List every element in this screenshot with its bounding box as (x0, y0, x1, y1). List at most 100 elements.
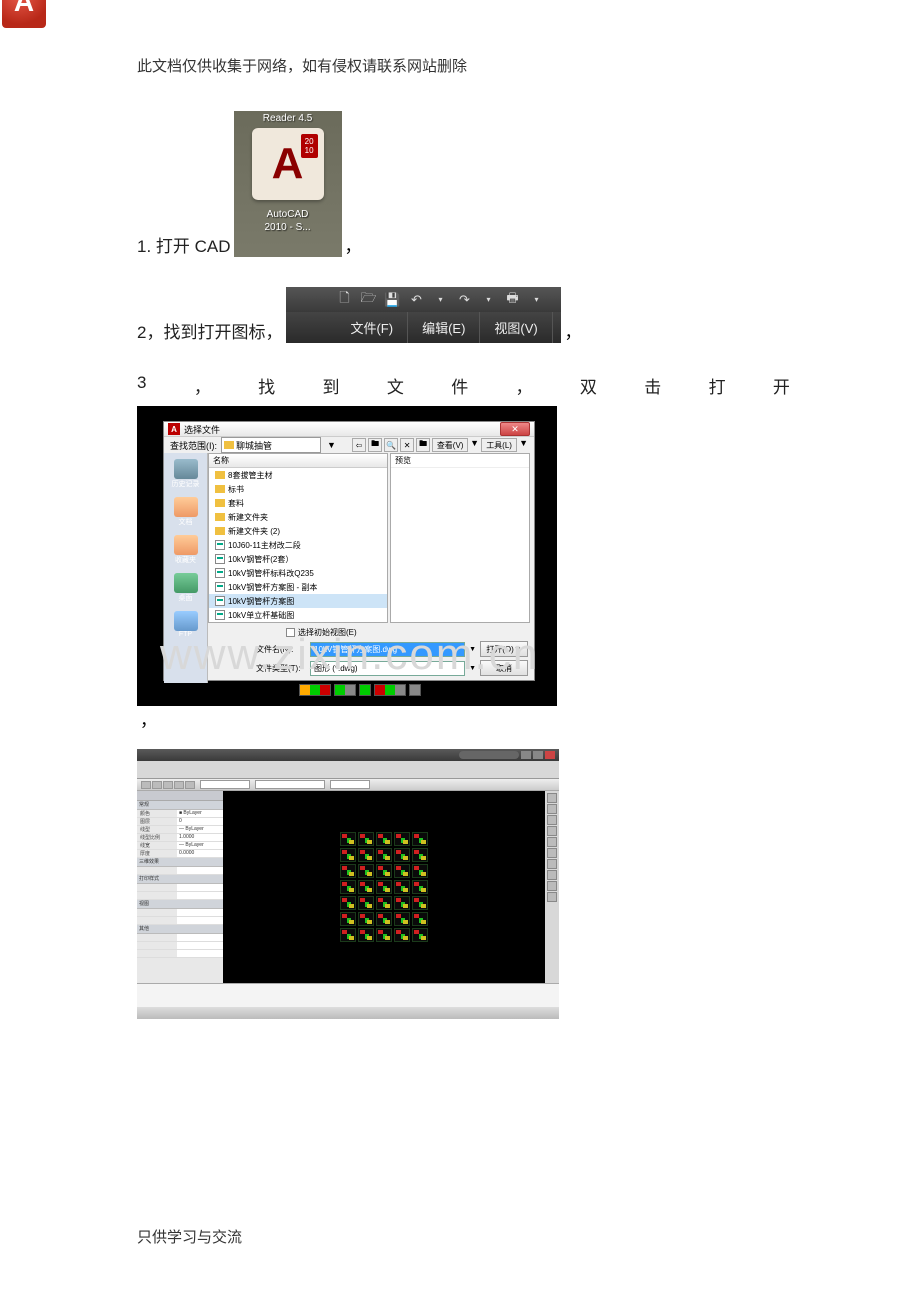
palette-button[interactable] (547, 804, 557, 814)
list-item[interactable]: 标书 (209, 482, 387, 496)
command-line[interactable] (137, 983, 559, 1007)
a-letter-icon: A (272, 139, 304, 189)
close-button[interactable]: ✕ (500, 422, 530, 436)
palette-button[interactable] (547, 826, 557, 836)
look-in-label: 查找范围(I): (170, 439, 217, 452)
close-icon[interactable] (545, 751, 555, 759)
prop-row[interactable] (137, 892, 223, 900)
prop-row[interactable] (137, 884, 223, 892)
prop-row[interactable] (137, 934, 223, 942)
newfolder-icon[interactable]: 🖿 (416, 438, 430, 452)
prop-row[interactable] (137, 867, 223, 875)
dropdown-icon[interactable]: ▾ (430, 291, 450, 309)
undo-icon[interactable]: ↶ (406, 291, 426, 309)
drawing-canvas[interactable] (223, 791, 545, 983)
toolbar-button[interactable] (152, 781, 162, 789)
look-in-combo[interactable]: 聊城抽管 (221, 437, 321, 453)
prop-row[interactable]: 线型— ByLayer (137, 826, 223, 834)
open-file-icon[interactable]: 🗁 (358, 291, 378, 309)
edit-menu[interactable]: 编辑(E) (408, 312, 480, 343)
list-item[interactable]: 新建文件夹 (2) (209, 524, 387, 538)
delete-icon[interactable]: ✕ (400, 438, 414, 452)
prop-row[interactable] (137, 917, 223, 925)
prop-group[interactable]: 三维效果 (137, 858, 223, 867)
prop-row[interactable]: 线宽— ByLayer (137, 842, 223, 850)
prop-row[interactable]: 图层0 (137, 818, 223, 826)
toolbar-button[interactable] (163, 781, 173, 789)
prop-row[interactable] (137, 942, 223, 950)
dropdown-icon[interactable]: ▾ (478, 291, 498, 309)
app-menu-icon[interactable]: A (2, 0, 46, 28)
list-item[interactable]: 10kV单立杆基础图 (209, 608, 387, 622)
palette-button[interactable] (547, 892, 557, 902)
prop-row[interactable]: 厚度0.0000 (137, 850, 223, 858)
palette-button[interactable] (547, 793, 557, 803)
sidebar-desktop[interactable]: 桌面 (168, 573, 204, 603)
initial-view-checkbox[interactable]: 选择初始视图(E) (286, 627, 528, 638)
view-dropdown[interactable]: 查看(V) (432, 438, 468, 452)
list-item[interactable]: 10kV钢管杆方案图 - 副本 (209, 580, 387, 594)
autocad-main-window: 常规 颜色■ ByLayer 图层0 线型— ByLayer 线型比例1.000… (137, 749, 559, 1019)
cad-ribbon[interactable] (137, 761, 559, 779)
back-icon[interactable]: ⇦ (352, 438, 366, 452)
prop-group[interactable]: 视图 (137, 900, 223, 909)
sidebar-documents[interactable]: 文档 (168, 497, 204, 527)
palette-button[interactable] (547, 848, 557, 858)
prop-group[interactable]: 其他 (137, 925, 223, 934)
list-item[interactable]: 10J60-11主材改二段 (209, 538, 387, 552)
up-icon[interactable]: 🖿 (368, 438, 382, 452)
open-button[interactable]: 打开(O) ▼ (480, 641, 528, 657)
new-file-icon[interactable]: 🗋 (334, 291, 354, 309)
list-item[interactable]: 10kV钢管杆(2套） (209, 552, 387, 566)
toolbar-button[interactable] (141, 781, 151, 789)
file-list[interactable]: 名称 8套拔管主材 标书 套料 新建文件夹 新建文件夹 (2) 10J60-11… (208, 453, 388, 623)
toolbar-screenshot: A 🗋 🗁 💾 ↶ ▾ ↷ ▾ 🖶 ▾ 文件(F) 编辑(E) 视图(V) (286, 287, 561, 343)
search-icon[interactable]: 🔍 (384, 438, 398, 452)
search-box[interactable] (459, 751, 519, 759)
prop-group[interactable]: 常规 (137, 801, 223, 810)
dropdown-icon[interactable]: ▾ (526, 291, 546, 309)
palette-button[interactable] (547, 837, 557, 847)
quick-access-toolbar: A 🗋 🗁 💾 ↶ ▾ ↷ ▾ 🖶 ▾ (286, 287, 561, 312)
filename-input[interactable]: 10kV钢管杆方案图.dwg (310, 642, 465, 657)
prop-row[interactable]: 线型比例1.0000 (137, 834, 223, 842)
cancel-button[interactable]: 取消 (480, 660, 528, 676)
redo-icon[interactable]: ↷ (454, 291, 474, 309)
layer-dropdown[interactable] (200, 780, 250, 789)
folder-icon (215, 499, 225, 507)
list-item[interactable]: 套料 (209, 496, 387, 510)
step2-row: 2，找到打开图标， A 🗋 🗁 💾 ↶ ▾ ↷ ▾ 🖶 ▾ 文件(F) 编辑(E… (137, 287, 790, 343)
palette-button[interactable] (547, 815, 557, 825)
palette-button[interactable] (547, 881, 557, 891)
filetype-label: 文件类型(T): (256, 663, 306, 674)
file-menu[interactable]: 文件(F) (336, 312, 408, 343)
sidebar-favorites[interactable]: 收藏夹 (168, 535, 204, 565)
style-dropdown[interactable] (255, 780, 325, 789)
sidebar-ftp[interactable]: FTP (168, 611, 204, 638)
toolbar-button[interactable] (174, 781, 184, 789)
prop-row[interactable]: 颜色■ ByLayer (137, 810, 223, 818)
prop-row[interactable] (137, 909, 223, 917)
filetype-combo[interactable]: 图形 (*.dwg) (310, 661, 465, 676)
tools-dropdown[interactable]: 工具(L) (481, 438, 517, 452)
view-menu[interactable]: 视图(V) (480, 312, 552, 343)
name-column[interactable]: 名称 (209, 454, 387, 468)
style-dropdown[interactable] (330, 780, 370, 789)
list-item[interactable]: 8套拔管主材 (209, 468, 387, 482)
list-item[interactable]: 10kV钢管杆方案图 (209, 594, 387, 608)
print-icon[interactable]: 🖶 (502, 291, 522, 309)
toolbar-button[interactable] (185, 781, 195, 789)
palette-button[interactable] (547, 870, 557, 880)
maximize-icon[interactable] (533, 751, 543, 759)
minimize-icon[interactable] (521, 751, 531, 759)
prop-row[interactable] (137, 950, 223, 958)
autocad-desktop-icon[interactable]: Reader 4.5 A 2010 AutoCAD2010 - S... (234, 111, 342, 257)
save-icon[interactable]: 💾 (382, 291, 402, 309)
properties-panel[interactable]: 常规 颜色■ ByLayer 图层0 线型— ByLayer 线型比例1.000… (137, 791, 223, 983)
list-item[interactable]: 新建文件夹 (209, 510, 387, 524)
list-item[interactable]: 10kV钢管杆标料改Q235 (209, 566, 387, 580)
checkbox-icon[interactable] (286, 628, 295, 637)
prop-group[interactable]: 打印样式 (137, 875, 223, 884)
palette-button[interactable] (547, 859, 557, 869)
sidebar-history[interactable]: 历史记录 (168, 459, 204, 489)
